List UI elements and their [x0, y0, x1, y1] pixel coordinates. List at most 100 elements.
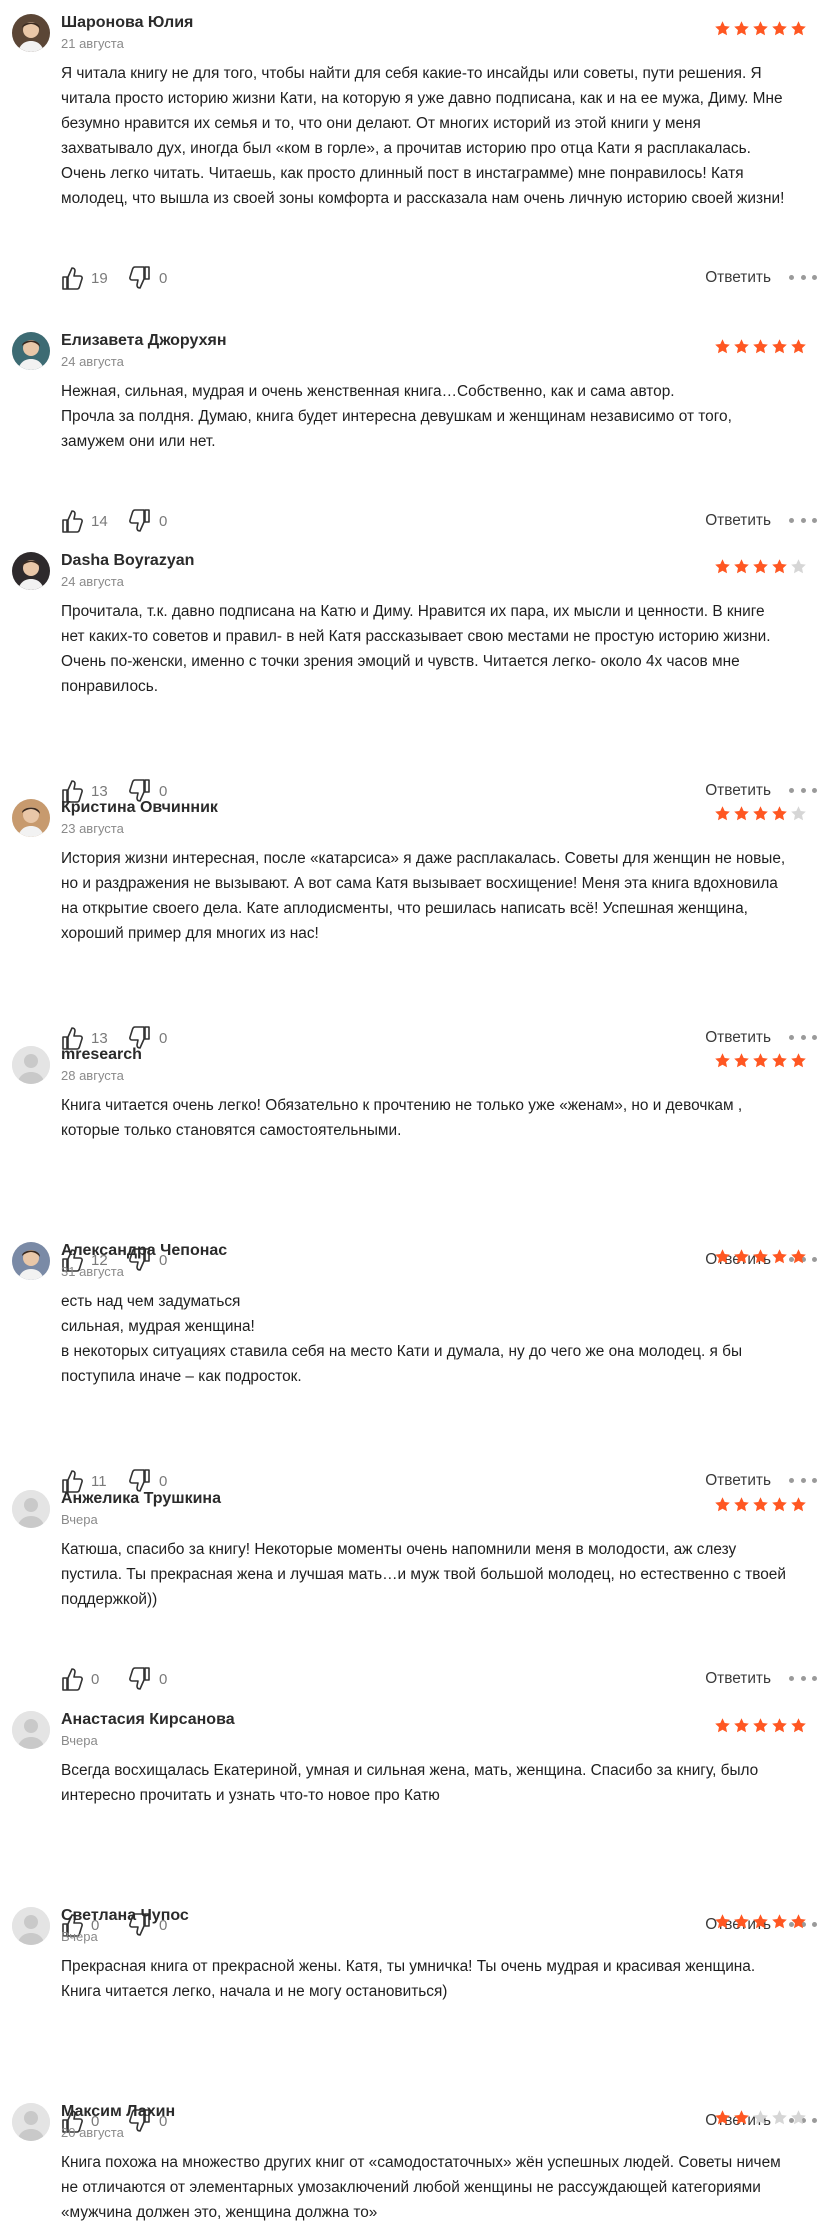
- more-options-icon[interactable]: [789, 1469, 817, 1491]
- star-filled-icon: [752, 558, 769, 575]
- thumbs-down-icon: [129, 265, 151, 291]
- dislike-button[interactable]: 0: [129, 263, 167, 293]
- review-text-line: пустила. Ты прекрасная жена и лучшая мат…: [61, 1566, 786, 1583]
- avatar[interactable]: [12, 1907, 50, 1945]
- avatar[interactable]: [12, 1242, 50, 1280]
- thumbs-down-icon: [129, 508, 151, 534]
- more-options-icon[interactable]: [789, 266, 817, 288]
- dislike-count: 0: [159, 269, 168, 287]
- star-filled-icon: [771, 1052, 788, 1069]
- rating-stars: [714, 20, 807, 37]
- reply-button[interactable]: Ответить: [705, 269, 771, 287]
- review-text-line: понравилось.: [61, 678, 158, 695]
- author-name[interactable]: Шаронова Юлия: [61, 14, 193, 32]
- review-text: Я читала книгу не для того, чтобы найти …: [61, 61, 823, 211]
- review-text-line: Прочла за полдня. Думаю, книга будет инт…: [61, 408, 732, 425]
- dislike-button[interactable]: 0: [129, 1664, 167, 1694]
- review-text: Катюша, спасибо за книгу! Некоторые моме…: [61, 1537, 823, 1612]
- star-filled-icon: [714, 558, 731, 575]
- author-name[interactable]: Анастасия Кирсанова: [61, 1711, 235, 1729]
- star-filled-icon: [714, 1717, 731, 1734]
- star-filled-icon: [790, 1913, 807, 1930]
- avatar[interactable]: [12, 2103, 50, 2141]
- reply-button[interactable]: Ответить: [705, 1472, 771, 1490]
- review-text: Прочитала, т.к. давно подписана на Катю …: [61, 599, 823, 699]
- star-filled-icon: [733, 558, 750, 575]
- star-empty-icon: [752, 2109, 769, 2126]
- author-name[interactable]: Dasha Boyrazyan: [61, 552, 194, 570]
- review-date: 24 августа: [61, 574, 124, 589]
- avatar[interactable]: [12, 14, 50, 52]
- review-date: 23 августа: [61, 821, 124, 836]
- review-text-line: Нежная, сильная, мудрая и очень женствен…: [61, 383, 675, 400]
- thumbs-up-icon: [61, 1666, 83, 1692]
- star-filled-icon: [733, 1052, 750, 1069]
- review-date: Вчера: [61, 1512, 98, 1527]
- star-filled-icon: [714, 1052, 731, 1069]
- rating-stars: [714, 338, 807, 355]
- reply-button[interactable]: Ответить: [705, 512, 771, 530]
- star-filled-icon: [714, 1248, 731, 1265]
- reply-button[interactable]: Ответить: [705, 782, 771, 800]
- star-filled-icon: [752, 805, 769, 822]
- avatar[interactable]: [12, 799, 50, 837]
- avatar[interactable]: [12, 1046, 50, 1084]
- review-text-line: безумно нравится их семья и то, что они …: [61, 115, 701, 132]
- like-button[interactable]: 0: [61, 1664, 99, 1694]
- author-name[interactable]: Максим Лахин: [61, 2103, 175, 2121]
- like-count: 11: [91, 1472, 107, 1490]
- more-options-icon[interactable]: [789, 1026, 817, 1048]
- reply-button[interactable]: Ответить: [705, 1670, 771, 1688]
- more-options-icon[interactable]: [789, 779, 817, 801]
- star-filled-icon: [733, 2109, 750, 2126]
- review-text-line: Всегда восхищалась Екатериной, умная и с…: [61, 1762, 759, 1779]
- review-actions: 00Ответить: [61, 2106, 823, 2136]
- star-filled-icon: [752, 338, 769, 355]
- review-text: История жизни интересная, после «катарси…: [61, 846, 823, 946]
- like-button[interactable]: 14: [61, 506, 108, 536]
- review-text-line: молодец, что вышла из своей зоны комфорт…: [61, 190, 785, 207]
- star-filled-icon: [790, 1248, 807, 1265]
- author-name[interactable]: Кристина Овчинник: [61, 799, 218, 817]
- review-date: Вчера: [61, 1733, 98, 1748]
- review-text-line: «мужчина должен это, женщина должна то»: [61, 2204, 378, 2221]
- reply-button[interactable]: Ответить: [705, 1029, 771, 1047]
- star-filled-icon: [714, 20, 731, 37]
- star-filled-icon: [733, 20, 750, 37]
- review-actions: 0 0 Ответить: [61, 1664, 823, 1694]
- like-count: 19: [91, 269, 108, 287]
- rating-stars: [714, 805, 807, 822]
- star-filled-icon: [733, 1913, 750, 1930]
- star-filled-icon: [752, 1913, 769, 1930]
- star-filled-icon: [752, 20, 769, 37]
- author-name[interactable]: mresearch: [61, 1046, 142, 1064]
- rating-stars: [714, 1496, 807, 1513]
- author-name[interactable]: Анжелика Трушкина: [61, 1490, 221, 1508]
- star-filled-icon: [771, 805, 788, 822]
- dislike-count: 0: [159, 1670, 168, 1688]
- avatar[interactable]: [12, 1490, 50, 1528]
- review-actions: 14 0 Ответить: [61, 506, 823, 536]
- rating-stars: [714, 558, 807, 575]
- author-name[interactable]: Елизавета Джорухян: [61, 332, 226, 350]
- more-options-icon[interactable]: [789, 1667, 817, 1689]
- star-filled-icon: [714, 338, 731, 355]
- author-name[interactable]: Александра Чепонас: [61, 1242, 227, 1260]
- avatar[interactable]: [12, 332, 50, 370]
- avatar[interactable]: [12, 552, 50, 590]
- star-filled-icon: [771, 558, 788, 575]
- like-count: 13: [91, 1029, 108, 1047]
- review-text: Книга похожа на множество других книг от…: [61, 2150, 823, 2225]
- star-filled-icon: [790, 1052, 807, 1069]
- star-filled-icon: [771, 338, 788, 355]
- star-filled-icon: [752, 1496, 769, 1513]
- rating-stars: [714, 1052, 807, 1069]
- more-options-icon[interactable]: [789, 509, 817, 531]
- like-button[interactable]: 19: [61, 263, 108, 293]
- avatar[interactable]: [12, 1711, 50, 1749]
- dislike-count: 0: [159, 1029, 168, 1047]
- dislike-button[interactable]: 0: [129, 506, 167, 536]
- review-text-line: интересно прочитать и узнать что-то ново…: [61, 1787, 440, 1804]
- author-name[interactable]: Светлана Чупос: [61, 1907, 189, 1925]
- review-date: 21 августа: [61, 36, 124, 51]
